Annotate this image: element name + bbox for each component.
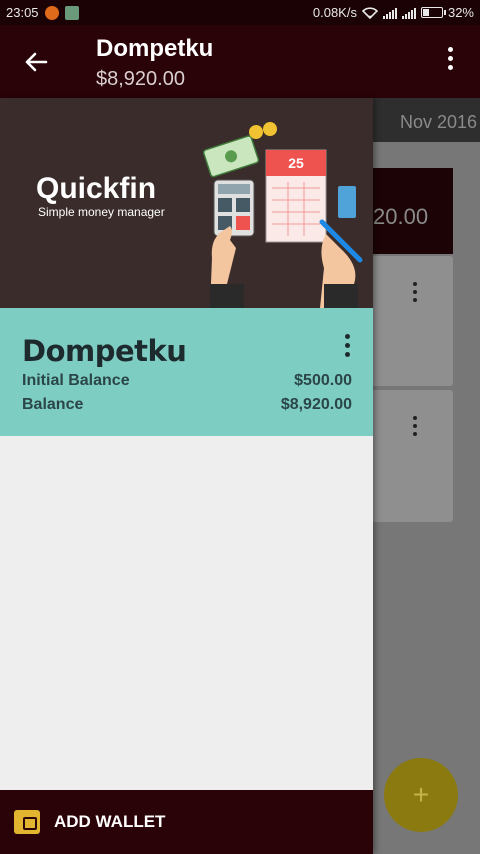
status-bar: 23:05 0.08K/s 32%: [0, 0, 480, 25]
month-tab[interactable]: Nov 2016: [373, 98, 480, 142]
drawer-header-banner: Quickfin Simple money manager 25: [0, 98, 373, 308]
arrow-left-icon[interactable]: [22, 48, 50, 76]
navigation-drawer: Quickfin Simple money manager 25 Dompetk…: [0, 98, 373, 854]
summary-card: 20.00: [373, 168, 453, 254]
coin-icon: [263, 122, 277, 136]
more-vert-icon[interactable]: [413, 416, 419, 440]
app-toolbar: Dompetku $8,920.00: [0, 25, 480, 98]
app-brand: Quickfin: [36, 172, 157, 205]
coin-icon: [249, 125, 263, 139]
wifi-icon: [361, 6, 378, 19]
notification-app-icon: [44, 5, 59, 20]
initial-balance-label: Initial Balance: [22, 372, 130, 389]
finance-illustration: 25: [202, 122, 363, 308]
initial-balance-row: Initial Balance $500.00: [22, 372, 352, 390]
page-title: Dompetku: [96, 35, 214, 62]
more-vert-icon[interactable]: [413, 282, 419, 306]
calculator-icon: [213, 179, 255, 237]
transaction-card[interactable]: [373, 256, 453, 386]
credit-card-icon: [338, 186, 356, 218]
wallet-more-vert-icon[interactable]: [340, 334, 354, 360]
network-speed: 0.08K/s: [312, 5, 357, 20]
battery-icon: [420, 7, 446, 18]
status-time: 23:05: [6, 5, 39, 20]
summary-amount: 20.00: [373, 204, 429, 229]
balance-row: Balance $8,920.00: [22, 396, 352, 414]
app-tagline: Simple money manager: [38, 205, 165, 219]
calendar-icon: 25: [265, 149, 327, 243]
balance-value: $8,920.00: [280, 396, 352, 413]
notification-gallery-icon: [64, 5, 79, 20]
money-icon: [202, 135, 260, 178]
calendar-day: 25: [288, 155, 304, 171]
more-vert-icon[interactable]: [440, 47, 460, 77]
page-subtitle-balance: $8,920.00: [96, 68, 185, 90]
balance-label: Balance: [22, 396, 84, 413]
signal-icon-1: [382, 7, 397, 19]
wallet-icon: [14, 810, 40, 834]
add-wallet-button[interactable]: ADD WALLET: [0, 790, 373, 854]
initial-balance-value: $500.00: [294, 372, 352, 389]
transaction-card[interactable]: [373, 390, 453, 522]
signal-icon-2: [401, 7, 416, 19]
add-wallet-label: ADD WALLET: [54, 812, 166, 831]
add-transaction-fab[interactable]: +: [384, 758, 458, 832]
battery-percent: 32%: [447, 5, 474, 20]
wallet-name: Dompetku: [22, 334, 187, 368]
wallet-card[interactable]: Dompetku Initial Balance $500.00 Balance…: [0, 308, 373, 436]
